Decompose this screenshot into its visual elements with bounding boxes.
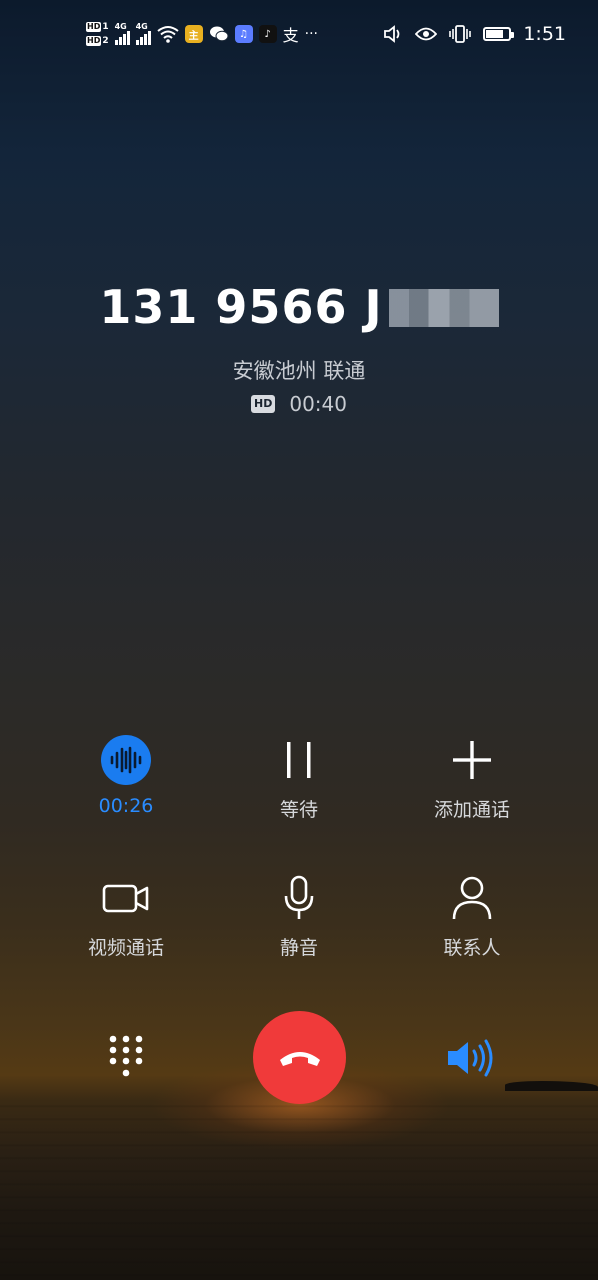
caller-number: 131 9566 J xyxy=(0,280,598,334)
call-timer-row: HD 00:40 xyxy=(0,392,598,416)
tiktok-icon: ♪ xyxy=(258,25,277,43)
more-notifications-icon: ··· xyxy=(304,26,318,42)
vibrate-icon xyxy=(449,25,472,43)
video-call-label: 视频通话 xyxy=(87,937,164,959)
end-call-button[interactable] xyxy=(253,1011,346,1104)
dialpad-icon[interactable] xyxy=(108,1035,144,1081)
end-call-icon xyxy=(279,1051,320,1066)
signal-sim2-icon: 4G xyxy=(135,22,151,45)
wechat-icon xyxy=(209,26,229,42)
call-duration: 00:40 xyxy=(289,392,347,416)
video-call-button[interactable]: 视频通话 xyxy=(41,871,211,960)
microphone-icon xyxy=(284,875,314,919)
record-button[interactable]: 00:26 xyxy=(41,733,211,817)
record-timer-label: 00:26 xyxy=(98,795,154,817)
contact-person-icon xyxy=(452,876,492,920)
pause-icon xyxy=(287,742,311,778)
volte-indicators: HD 1 HD 2 xyxy=(86,22,109,46)
contacts-button[interactable]: 联系人 xyxy=(387,871,557,960)
contacts-label: 联系人 xyxy=(443,937,501,959)
app-notification-icon: 主 xyxy=(184,25,203,43)
mute-button[interactable]: 静音 xyxy=(214,871,384,960)
alipay-icon: 支 xyxy=(282,26,299,45)
plus-icon xyxy=(453,741,491,779)
battery-icon xyxy=(483,27,515,41)
hold-label: 等待 xyxy=(279,799,318,821)
call-recording-icon xyxy=(101,735,151,785)
hd-indicator-sim2: HD 2 xyxy=(86,36,109,46)
eye-comfort-icon xyxy=(415,27,438,41)
caller-location: 安徽池州 联通 xyxy=(232,359,366,383)
signal-sim1-icon: 4G xyxy=(114,22,130,45)
video-camera-icon xyxy=(102,884,149,913)
sea-background xyxy=(0,1095,598,1280)
hd-call-icon: HD xyxy=(251,395,276,413)
hold-button[interactable]: 等待 xyxy=(214,733,384,822)
mute-label: 静音 xyxy=(279,937,318,959)
music-app-icon: ♫ xyxy=(234,25,253,43)
clock: 1:51 xyxy=(523,23,566,45)
hd-indicator-sim1: HD 1 xyxy=(86,22,109,32)
island-silhouette xyxy=(505,1081,598,1091)
redacted-digits xyxy=(388,289,499,327)
status-bar: HD 1 HD 2 4G 4G 主 ♫ ♪ 支 ··· 1:51 xyxy=(0,0,598,68)
status-left: HD 1 HD 2 4G 4G 主 ♫ ♪ 支 ··· xyxy=(86,16,318,52)
status-right: 1:51 xyxy=(383,18,566,50)
speaker-icon[interactable] xyxy=(446,1038,498,1078)
wifi-icon xyxy=(156,26,179,43)
volume-icon xyxy=(384,25,400,43)
add-call-button[interactable]: 添加通话 xyxy=(387,733,557,822)
add-call-label: 添加通话 xyxy=(433,799,510,821)
